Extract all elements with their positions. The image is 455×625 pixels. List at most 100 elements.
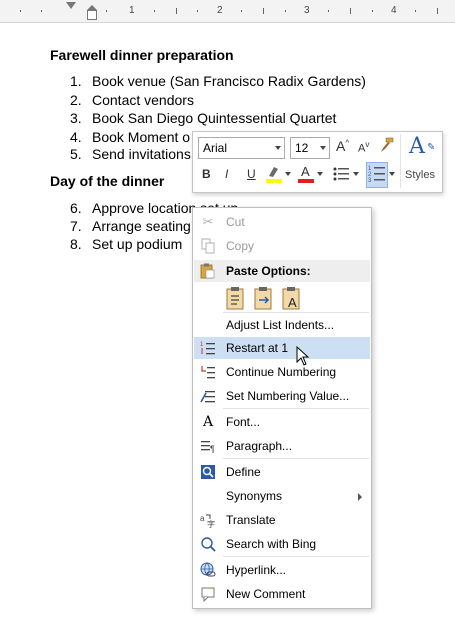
- list-item-text: Send invitations: [92, 146, 191, 162]
- menu-item-cut[interactable]: ✂ Cut: [194, 211, 370, 233]
- chevron-down-icon: [275, 146, 281, 150]
- list-item: 5. Send invitations: [70, 146, 191, 162]
- underline-button[interactable]: U: [247, 167, 256, 181]
- chevron-down-icon: [320, 146, 326, 150]
- highlighter-icon: [266, 167, 282, 183]
- ruler-dot: [41, 10, 42, 12]
- translate-icon: a字: [199, 512, 217, 529]
- svg-text:A: A: [288, 295, 297, 310]
- bold-button[interactable]: B: [202, 167, 211, 181]
- font-icon: A: [202, 414, 214, 430]
- list-number: 6.: [70, 200, 82, 216]
- comment-icon: *: [199, 586, 217, 603]
- font-name-dropdown[interactable]: Arial: [198, 137, 285, 159]
- bullets-button[interactable]: [332, 165, 350, 183]
- list-number: 1.: [70, 73, 82, 89]
- menu-item-label: Continue Numbering: [226, 365, 337, 379]
- left-indent-marker[interactable]: [87, 5, 97, 20]
- menu-item-label: Cut: [226, 215, 245, 229]
- section-heading: Farewell dinner preparation: [50, 47, 234, 63]
- styles-label: Styles: [405, 169, 435, 181]
- paste-text-only-button[interactable]: A: [281, 286, 303, 312]
- list-number: 5.: [70, 146, 82, 162]
- restart-numbering-icon: 1: [199, 340, 217, 356]
- menu-separator: [223, 458, 369, 459]
- grow-font-label: A: [336, 138, 346, 154]
- hyperlink-icon: [199, 562, 217, 578]
- menu-item-synonyms[interactable]: Synonyms: [194, 485, 370, 507]
- mouse-cursor-icon: [296, 346, 310, 366]
- ruler-number: 1: [129, 5, 135, 16]
- font-color-swatch: [298, 179, 314, 183]
- grow-font-button[interactable]: A^: [336, 138, 349, 154]
- paste-text-only-icon: A: [282, 287, 300, 310]
- menu-item-restart-at-1[interactable]: 1 Restart at 1: [194, 337, 370, 359]
- menu-item-set-numbering-value[interactable]: Set Numbering Value...: [194, 385, 370, 407]
- menu-item-label: Synonyms: [226, 489, 283, 503]
- ruler-dot: [197, 10, 198, 12]
- menu-item-label: Hyperlink...: [226, 563, 287, 577]
- menu-item-hyperlink[interactable]: Hyperlink...: [194, 559, 370, 581]
- svg-text:3: 3: [368, 178, 372, 184]
- menu-item-copy[interactable]: Copy: [194, 235, 370, 257]
- ruler-number: 3: [304, 5, 310, 16]
- context-menu: ✂ Cut Copy Paste Options: A Adjust List …: [192, 207, 372, 609]
- font-color-button[interactable]: A: [297, 164, 315, 184]
- list-item-text: Book venue (San Francisco Radix Gardens): [92, 73, 366, 89]
- ruler-number: 2: [217, 5, 223, 16]
- paragraph-icon: ¶: [199, 438, 217, 454]
- continue-numbering-icon: [199, 364, 217, 380]
- menu-item-paragraph[interactable]: ¶ Paragraph...: [194, 435, 370, 457]
- list-number: 2.: [70, 92, 82, 108]
- list-item-text: Set up podium: [92, 236, 183, 252]
- shrink-font-button[interactable]: Av: [358, 140, 369, 155]
- menu-item-label: Adjust List Indents...: [226, 318, 335, 332]
- menu-item-new-comment[interactable]: * New Comment: [194, 583, 370, 605]
- menu-item-continue-numbering[interactable]: Continue Numbering: [194, 361, 370, 383]
- numbering-icon: 1 2 3: [368, 166, 385, 184]
- chevron-down-icon[interactable]: [353, 172, 359, 176]
- svg-text:字: 字: [207, 519, 215, 528]
- ruler-dot: [415, 10, 416, 12]
- horizontal-ruler[interactable]: 1 2 3 4: [0, 0, 455, 23]
- mini-toolbar: Arial 12 A^ Av B I U A 1 2 3 A ✎ Styles: [192, 131, 443, 193]
- clipboard-icon: [199, 263, 215, 282]
- menu-item-label: Restart at 1: [226, 341, 289, 355]
- svg-text:1: 1: [200, 342, 204, 348]
- menu-item-adjust-list-indents[interactable]: Adjust List Indents...: [194, 314, 370, 336]
- first-line-indent-marker[interactable]: [66, 2, 76, 9]
- list-item-text: Contact vendors: [92, 92, 194, 108]
- paste-keep-formatting-button[interactable]: [225, 286, 247, 312]
- menu-item-label: Define: [226, 465, 261, 479]
- ruler-number: 4: [391, 5, 397, 16]
- italic-button[interactable]: I: [225, 167, 228, 181]
- menu-item-translate[interactable]: a字 Translate: [194, 509, 370, 531]
- menu-item-search-with-bing[interactable]: Search with Bing: [194, 533, 370, 555]
- format-painter-button[interactable]: [377, 136, 395, 157]
- font-size-dropdown[interactable]: 12: [290, 137, 330, 159]
- font-name-value: Arial: [203, 141, 228, 155]
- ruler-dot: [372, 10, 373, 12]
- highlight-color-button[interactable]: [265, 164, 283, 184]
- numbering-button[interactable]: 1 2 3: [366, 162, 388, 188]
- copy-icon: [199, 238, 217, 254]
- menu-item-label: Paragraph...: [226, 439, 293, 453]
- section-heading: Day of the dinner: [50, 173, 165, 189]
- scissors-icon: ✂: [202, 214, 214, 229]
- ruler-tick: [263, 8, 264, 14]
- list-item-text: Book Moment o: [92, 129, 191, 145]
- ruler-dot: [328, 10, 329, 12]
- list-number: 4.: [70, 129, 82, 145]
- ruler-tick: [176, 8, 177, 14]
- paste-merge-formatting-button[interactable]: [253, 286, 275, 312]
- styles-icon: A: [409, 134, 425, 159]
- styles-button[interactable]: A ✎ Styles: [400, 134, 439, 188]
- menu-item-define[interactable]: Define: [194, 461, 370, 483]
- chevron-down-icon[interactable]: [389, 172, 395, 176]
- chevron-down-icon[interactable]: [285, 172, 291, 176]
- menu-item-font[interactable]: A Font...: [194, 411, 370, 433]
- bullets-icon: [333, 167, 349, 181]
- chevron-down-icon[interactable]: [317, 172, 323, 176]
- svg-text:¶: ¶: [210, 444, 215, 454]
- ruler-dot: [285, 10, 286, 12]
